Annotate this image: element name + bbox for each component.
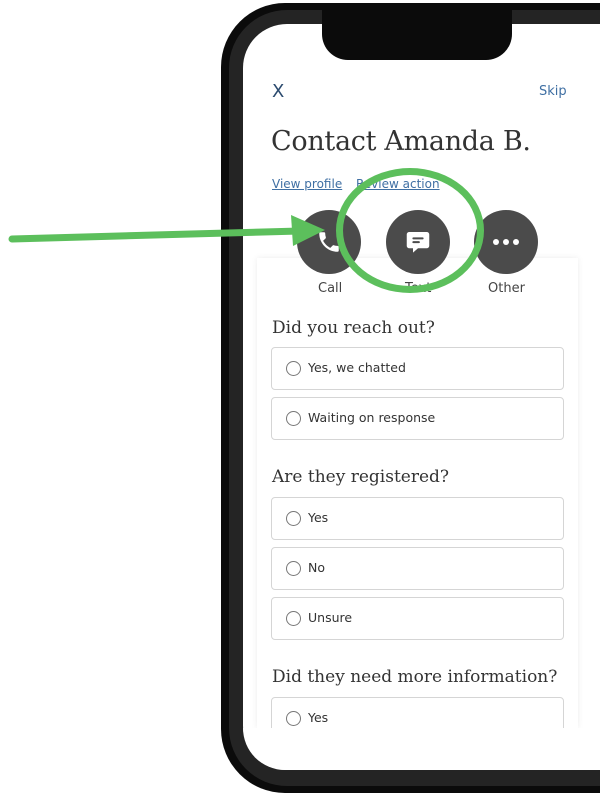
question-heading: Did you reach out? (272, 318, 435, 338)
phone-icon (319, 232, 339, 252)
option-label: Yes (308, 710, 329, 725)
view-profile-link[interactable]: View profile (272, 177, 342, 191)
phone-notch (322, 10, 512, 60)
call-button[interactable] (297, 210, 361, 274)
option-label: Yes, we chatted (308, 360, 406, 375)
option-label: Yes (308, 510, 329, 525)
call-label: Call (318, 281, 343, 296)
option-yes-chatted[interactable]: Yes, we chatted (271, 347, 564, 390)
screen-bottom (243, 728, 600, 770)
close-button[interactable]: X (272, 82, 290, 102)
more-dots-icon (493, 239, 519, 245)
question-heading: Are they registered? (272, 467, 450, 487)
other-label: Other (488, 281, 525, 296)
chat-bubble-icon (406, 232, 430, 253)
other-button[interactable] (474, 210, 538, 274)
review-action-link[interactable]: Review action (356, 177, 440, 191)
option-waiting-response[interactable]: Waiting on response (271, 397, 564, 440)
text-label: Text (405, 281, 432, 296)
page-title: Contact Amanda B. (271, 126, 531, 157)
option-label: Waiting on response (308, 410, 436, 425)
radio-button[interactable] (286, 411, 301, 426)
radio-button[interactable] (286, 361, 301, 376)
option-no[interactable]: No (271, 547, 564, 590)
skip-link[interactable]: Skip (539, 84, 567, 99)
radio-button[interactable] (286, 561, 301, 576)
option-label: No (308, 560, 325, 575)
radio-button[interactable] (286, 511, 301, 526)
question-heading: Did they need more information? (272, 667, 558, 687)
option-label: Unsure (308, 610, 353, 625)
option-unsure[interactable]: Unsure (271, 597, 564, 640)
option-yes[interactable]: Yes (271, 497, 564, 540)
radio-button[interactable] (286, 611, 301, 626)
text-button[interactable] (386, 210, 450, 274)
radio-button[interactable] (286, 711, 301, 726)
